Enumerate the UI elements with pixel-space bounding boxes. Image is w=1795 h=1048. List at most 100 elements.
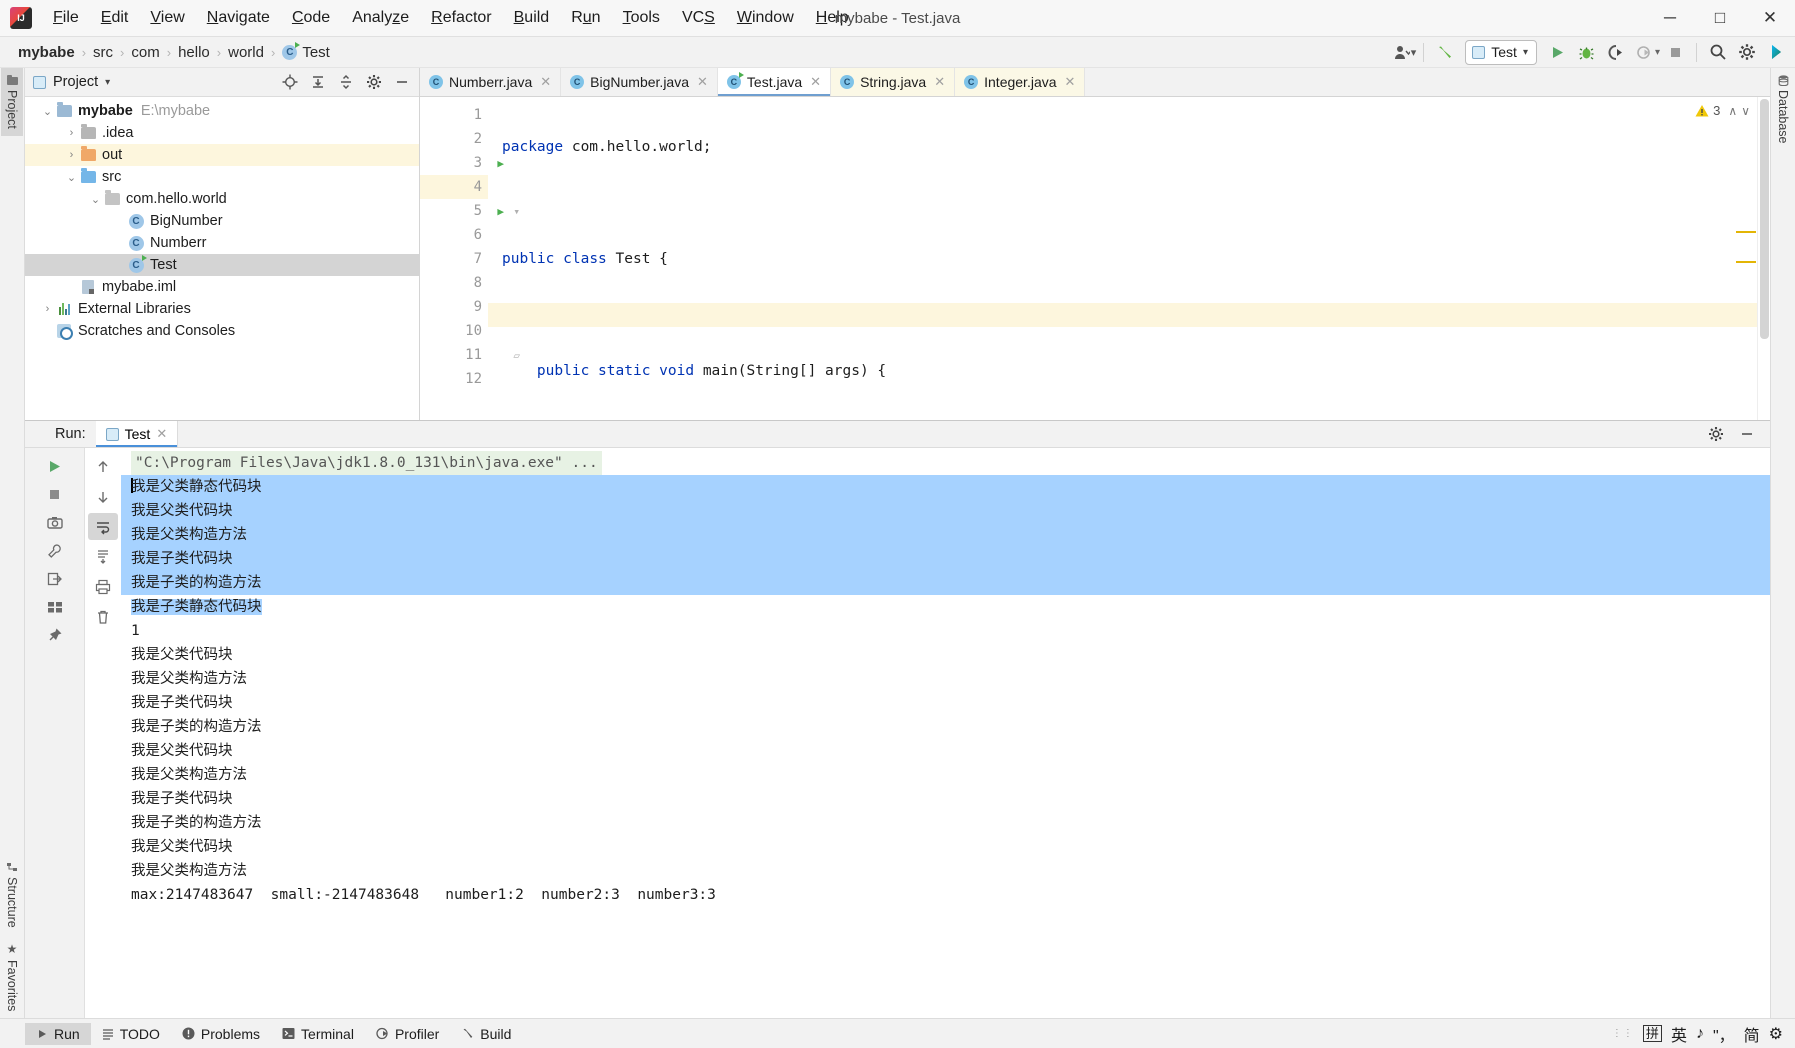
breadcrumb-item-mybabe[interactable]: mybabe (14, 42, 79, 63)
editor-scrollbar-thumb[interactable] (1760, 99, 1769, 339)
chevron-down-icon[interactable]: ▾ (1411, 46, 1417, 59)
chevron-down-icon[interactable]: ⌄ (40, 105, 55, 118)
editor-error-marker[interactable] (1736, 261, 1756, 263)
tree-node-test[interactable]: C Test (25, 254, 419, 276)
menu-code[interactable]: Code (281, 5, 341, 31)
screenshot-button[interactable] (40, 509, 70, 536)
clear-all-button[interactable] (88, 603, 118, 630)
run-tab-test[interactable]: Test ✕ (95, 421, 178, 447)
menu-build[interactable]: Build (503, 5, 561, 31)
settings-gear-icon[interactable] (360, 70, 387, 95)
tab-numberr-java[interactable]: C Numberr.java ✕ (420, 68, 562, 96)
ime-language-icon[interactable]: 英 (1671, 1022, 1687, 1046)
expand-all-icon[interactable] (304, 70, 331, 95)
rerun-button[interactable] (40, 453, 70, 480)
tab-test-java[interactable]: C Test.java ✕ (717, 68, 832, 96)
minimize-button[interactable]: ─ (1645, 0, 1695, 37)
chevron-down-icon[interactable]: ⌄ (88, 193, 103, 206)
scroll-to-end-button[interactable] (88, 543, 118, 570)
close-icon[interactable]: ✕ (156, 426, 167, 442)
next-problem-icon[interactable]: ∨ (1741, 104, 1750, 118)
status-item-todo[interactable]: TODO (91, 1023, 171, 1045)
editor-scrollbar[interactable] (1757, 97, 1770, 420)
menu-vcs[interactable]: VCS (671, 5, 726, 31)
scroll-down-button[interactable] (88, 483, 118, 510)
chevron-right-icon[interactable]: › (64, 127, 79, 139)
ime-tools-icon[interactable]: ⚙ (1769, 1024, 1783, 1044)
close-icon[interactable]: ✕ (934, 74, 945, 90)
menu-window[interactable]: Window (726, 5, 805, 31)
layout-button[interactable] (40, 593, 70, 620)
tree-node-scratches[interactable]: Scratches and Consoles (25, 320, 419, 342)
tree-node-out[interactable]: › out (25, 144, 419, 166)
menu-navigate[interactable]: Navigate (196, 5, 281, 31)
status-item-problems[interactable]: Problems (171, 1023, 271, 1045)
code-text-area[interactable]: package com.hello.world; public class Te… (488, 97, 1770, 420)
menu-help[interactable]: Help (805, 5, 860, 31)
sidebar-item-favorites[interactable]: ★ Favorites (1, 935, 23, 1018)
menu-run[interactable]: Run (560, 5, 611, 31)
scroll-up-button[interactable] (88, 453, 118, 480)
locate-icon[interactable] (276, 70, 303, 95)
tab-bignumber-java[interactable]: C BigNumber.java ✕ (561, 68, 718, 96)
breadcrumb-item-world[interactable]: world (224, 42, 268, 63)
tree-node-package[interactable]: ⌄ com.hello.world (25, 188, 419, 210)
hide-icon[interactable] (388, 70, 415, 95)
hide-icon[interactable] (1733, 422, 1760, 447)
status-item-terminal[interactable]: Terminal (271, 1023, 365, 1045)
chevron-right-icon[interactable]: › (40, 303, 55, 315)
close-button[interactable]: ✕ (1745, 0, 1795, 37)
stop-button[interactable] (40, 481, 70, 508)
editor-error-marker[interactable] (1736, 231, 1756, 233)
tree-node-src[interactable]: ⌄ src (25, 166, 419, 188)
editor-gutter[interactable]: 1 2 3 ▶ 4 5 ▶ ▾ 6 7 8 9 10 11 ▱ 12 (420, 97, 520, 420)
import-button[interactable] (40, 565, 70, 592)
tree-node-mybabe[interactable]: ⌄ mybabe E:\mybabe (25, 100, 419, 122)
breadcrumb-item-hello[interactable]: hello (174, 42, 214, 63)
tree-node-external-libraries[interactable]: › External Libraries (25, 298, 419, 320)
maximize-button[interactable]: □ (1695, 0, 1745, 37)
ime-punctuation-icon[interactable]: "， (1713, 1022, 1735, 1046)
status-item-build[interactable]: Build (450, 1023, 522, 1045)
soft-wrap-button[interactable] (88, 513, 118, 540)
chevron-down-icon[interactable]: ⌄ (64, 171, 79, 184)
breadcrumb-item-src[interactable]: src (89, 42, 117, 63)
close-icon[interactable]: ✕ (697, 74, 708, 90)
menu-view[interactable]: View (139, 5, 195, 31)
sidebar-item-structure[interactable]: Structure (1, 855, 23, 935)
close-icon[interactable]: ✕ (810, 74, 821, 90)
pin-button[interactable] (40, 621, 70, 648)
tree-node-numberr[interactable]: C Numberr (25, 232, 419, 254)
tree-node-bignumber[interactable]: C BigNumber (25, 210, 419, 232)
menu-analyze[interactable]: Analyze (341, 5, 420, 31)
status-item-profiler[interactable]: Profiler (365, 1023, 450, 1045)
inspection-status-badge[interactable]: 3 ∧ ∨ (1695, 103, 1750, 118)
chevron-down-icon[interactable]: ▾ (105, 77, 110, 88)
console-output[interactable]: "C:\Program Files\Java\jdk1.8.0_131\bin\… (121, 448, 1770, 1018)
ime-music-icon[interactable]: ♪ (1696, 1025, 1704, 1043)
search-everywhere-icon[interactable] (1704, 40, 1731, 65)
ime-mode-icon[interactable]: 拼 (1642, 1025, 1662, 1042)
chevron-down-icon[interactable]: ▾ (1655, 47, 1660, 58)
chevron-right-icon[interactable]: › (64, 149, 79, 161)
menu-refactor[interactable]: Refactor (420, 5, 502, 31)
stop-icon[interactable] (1662, 40, 1689, 65)
project-tree[interactable]: ⌄ mybabe E:\mybabe › .idea › out ⌄ src ⌄… (25, 97, 419, 420)
print-button[interactable] (88, 573, 118, 600)
code-editor[interactable]: 1 2 3 ▶ 4 5 ▶ ▾ 6 7 8 9 10 11 ▱ 12 packa… (420, 97, 1770, 420)
settings-wrench-button[interactable] (40, 537, 70, 564)
menu-tools[interactable]: Tools (612, 5, 671, 31)
previous-problem-icon[interactable]: ∧ (1728, 104, 1737, 118)
breadcrumb-item-test[interactable]: C Test (278, 41, 334, 63)
run-play-icon[interactable] (1544, 40, 1571, 65)
ime-simplified-icon[interactable]: 简 (1744, 1022, 1760, 1046)
sidebar-item-project[interactable]: Project (1, 68, 23, 136)
run-configuration-selector[interactable]: Test ▾ (1465, 39, 1537, 65)
menu-edit[interactable]: Edit (90, 5, 140, 31)
profile-icon[interactable] (1631, 40, 1658, 65)
status-item-run[interactable]: Run (25, 1022, 91, 1045)
settings-gear-icon[interactable] (1733, 40, 1760, 65)
tree-node-iml[interactable]: mybabe.iml (25, 276, 419, 298)
hammer-build-icon[interactable] (1431, 40, 1458, 65)
ide-updates-icon[interactable] (1762, 40, 1789, 65)
